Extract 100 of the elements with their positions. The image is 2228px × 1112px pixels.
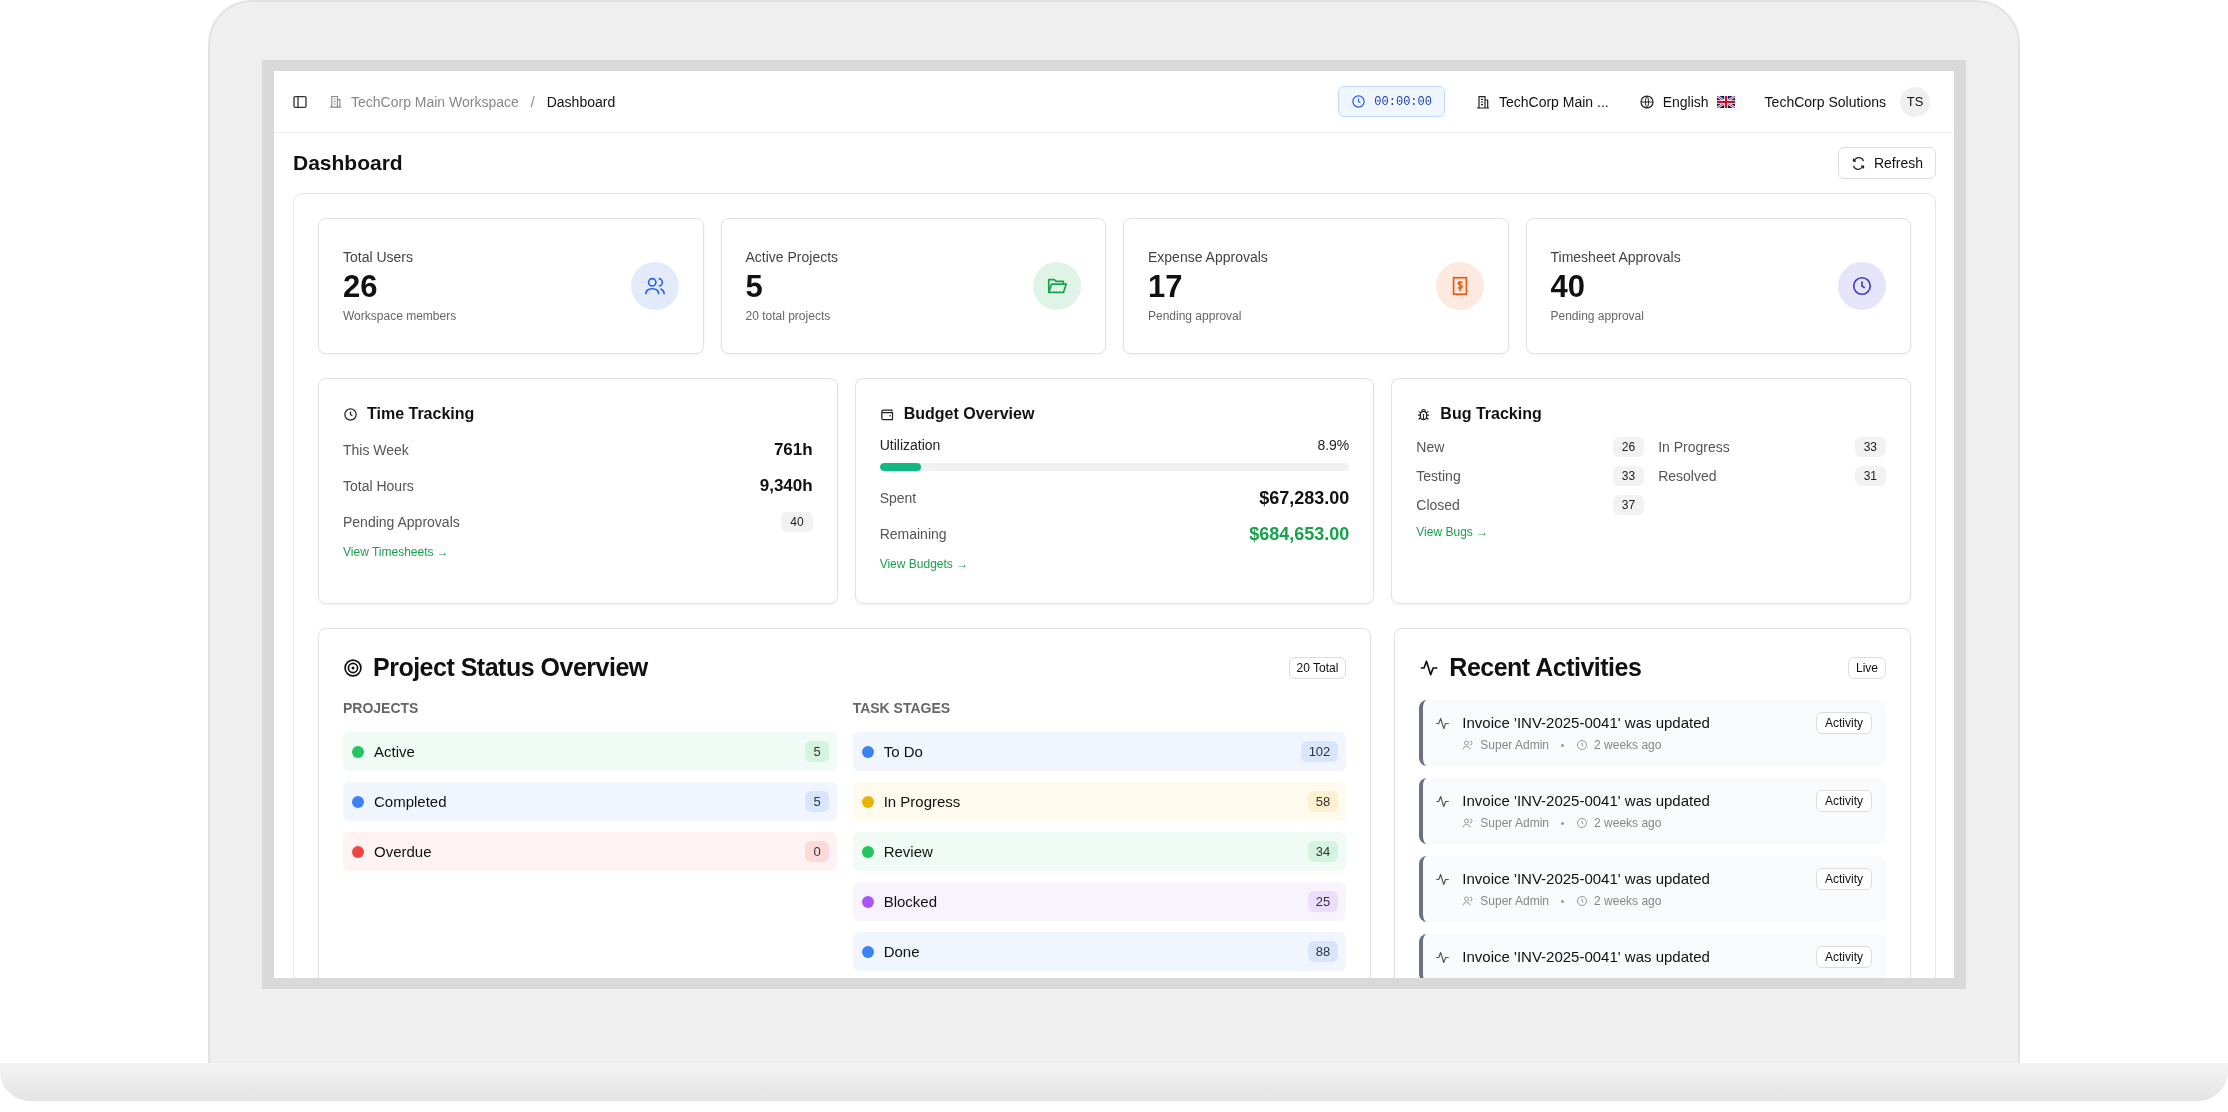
page-title: Dashboard xyxy=(293,151,403,175)
breadcrumb-link[interactable]: TechCorp Main Workspace xyxy=(351,93,519,110)
status-count: 0 xyxy=(805,841,829,862)
activity-time: 2 weeks ago xyxy=(1594,894,1662,908)
activity-icon xyxy=(1435,794,1451,809)
activity-tag: Activity xyxy=(1816,946,1872,968)
globe-icon xyxy=(1638,93,1655,110)
status-label: Completed xyxy=(374,793,448,810)
language-switcher[interactable]: English xyxy=(1638,93,1735,110)
status-count: 102 xyxy=(1300,741,1339,762)
card-title: Budget Overview xyxy=(903,405,1035,423)
status-label: To Do xyxy=(883,743,924,760)
separator-dot xyxy=(1561,899,1565,903)
metric-label: This Week xyxy=(343,442,409,458)
utilization-value: 8.9% xyxy=(1317,437,1350,453)
bug-status-label: In Progress xyxy=(1658,439,1730,455)
metric-value: 761h xyxy=(773,440,813,460)
section-heading: TASK STAGES xyxy=(852,700,952,716)
sidebar-toggle-icon[interactable] xyxy=(292,93,308,110)
status-count: 5 xyxy=(805,791,829,812)
activity-item[interactable]: Invoice 'INV-2025-0041' was updated Activity xyxy=(1419,934,1886,978)
activity-text: Invoice 'INV-2025-0041' was updated xyxy=(1462,714,1711,731)
user-icon xyxy=(1462,817,1475,829)
activity-text: Invoice 'INV-2025-0041' was updated xyxy=(1462,870,1711,887)
refresh-button[interactable]: Refresh xyxy=(1837,147,1936,179)
clock-icon xyxy=(1351,94,1367,109)
breadcrumb-separator: / xyxy=(530,93,535,110)
count-badge: 37 xyxy=(1612,495,1645,515)
separator-dot xyxy=(1561,743,1565,747)
clock-icon xyxy=(1576,895,1589,907)
activity-icon xyxy=(1435,872,1451,887)
live-badge: Live xyxy=(1848,656,1886,679)
stat-label: Total Users xyxy=(343,249,415,265)
metric-label: Spent xyxy=(879,490,917,506)
activity-time: 2 weeks ago xyxy=(1594,738,1662,752)
activity-text: Invoice 'INV-2025-0041' was updated xyxy=(1462,792,1711,809)
activity-tag: Activity xyxy=(1816,868,1872,890)
target-icon xyxy=(343,657,363,678)
wallet-icon xyxy=(879,406,895,422)
timer-text: 00:00:00 xyxy=(1374,94,1432,109)
activity-icon xyxy=(1419,657,1440,678)
count-badge: 33 xyxy=(1612,466,1645,486)
clock-icon xyxy=(343,406,358,422)
bug-icon xyxy=(1416,406,1432,422)
panel-title: Recent Activities xyxy=(1449,653,1642,682)
bug-status-label: New xyxy=(1416,439,1445,455)
count-badge: 31 xyxy=(1854,466,1886,486)
status-count: 58 xyxy=(1307,791,1339,812)
breadcrumb-current: Dashboard xyxy=(546,93,616,110)
activity-icon xyxy=(1435,950,1451,965)
card-title: Time Tracking xyxy=(367,405,475,423)
count-badge: 40 xyxy=(781,512,813,532)
stat-caption: 20 total projects xyxy=(745,309,832,323)
section-heading: PROJECTS xyxy=(343,700,420,716)
amount-value: $684,653.00 xyxy=(1249,523,1350,545)
status-label: Done xyxy=(883,943,921,960)
stat-value: 40 xyxy=(1550,269,1586,305)
metric-label: Pending Approvals xyxy=(343,514,460,530)
building-icon xyxy=(1474,93,1491,110)
status-label: Overdue xyxy=(374,843,433,860)
stat-label: Expense Approvals xyxy=(1148,249,1268,265)
activity-tag: Activity xyxy=(1816,712,1872,734)
activity-item[interactable]: Invoice 'INV-2025-0041' was updated Super Admin 2 weeks ago Activity xyxy=(1419,778,1886,844)
bug-status-label: Closed xyxy=(1416,497,1460,513)
user-menu[interactable]: TechCorp Solutions TS xyxy=(1764,86,1930,117)
activity-user: Super Admin xyxy=(1480,738,1550,752)
timer-chip[interactable]: 00:00:00 xyxy=(1338,86,1445,117)
status-label: Active xyxy=(374,743,416,760)
user-icon xyxy=(1462,739,1475,751)
panel-title: Project Status Overview xyxy=(373,653,648,682)
stat-label: Timesheet Approvals xyxy=(1550,249,1681,265)
metric-label: Total Hours xyxy=(343,478,414,494)
activity-item[interactable]: Invoice 'INV-2025-0041' was updated Super Admin 2 weeks ago Activity xyxy=(1419,700,1886,766)
user-icon xyxy=(1462,895,1475,907)
status-count: 5 xyxy=(805,741,829,762)
metric-value: 9,340h xyxy=(759,476,813,496)
stat-value: 5 xyxy=(745,269,764,305)
bug-status-label: Resolved xyxy=(1658,468,1717,484)
building-icon xyxy=(328,94,343,109)
activity-user: Super Admin xyxy=(1480,816,1550,830)
activity-user: Super Admin xyxy=(1480,894,1550,908)
clock-icon xyxy=(1576,739,1589,751)
amount-value: $67,283.00 xyxy=(1259,487,1350,509)
utilization-label: Utilization xyxy=(879,437,941,453)
stat-label: Active Projects xyxy=(745,249,839,265)
stat-caption: Pending approval xyxy=(1148,309,1243,323)
workspace-switcher[interactable]: TechCorp Main ... xyxy=(1474,93,1609,110)
total-badge: 20 Total xyxy=(1288,656,1347,679)
activity-tag: Activity xyxy=(1816,790,1872,812)
status-label: Review xyxy=(883,843,934,860)
bug-status-label: Testing xyxy=(1416,468,1461,484)
metric-label: Remaining xyxy=(879,526,947,542)
status-count: 34 xyxy=(1307,841,1339,862)
status-count: 25 xyxy=(1307,891,1339,912)
status-label: Blocked xyxy=(883,893,939,910)
user-avatar: TS xyxy=(1900,86,1930,117)
count-badge: 26 xyxy=(1612,437,1645,457)
activity-item[interactable]: Invoice 'INV-2025-0041' was updated Super Admin 2 weeks ago Activity xyxy=(1419,856,1886,922)
flag-icon xyxy=(1716,95,1735,108)
activity-icon xyxy=(1435,716,1451,731)
